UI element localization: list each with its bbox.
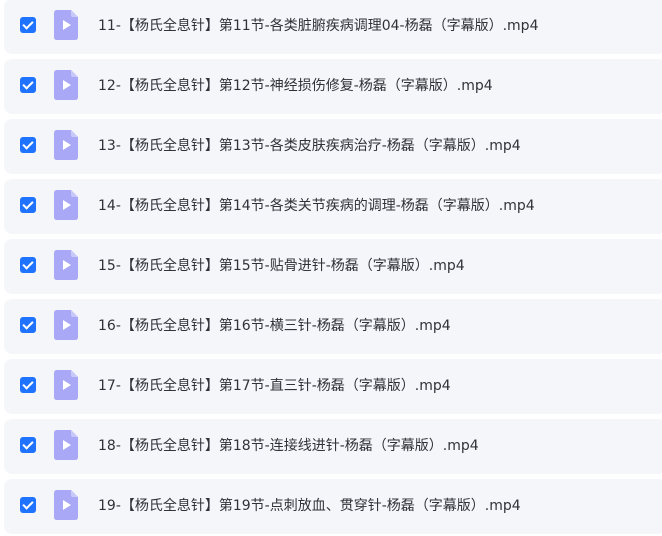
file-name: 15-【杨氏全息针】第15节-贴骨进针-杨磊（字幕版）.mp4 <box>98 258 465 274</box>
video-file-icon <box>54 10 78 40</box>
file-row[interactable]: 14-【杨氏全息针】第14节-各类关节疾病的调理-杨磊（字幕版）.mp4 <box>4 179 662 234</box>
file-checkbox[interactable] <box>20 317 36 333</box>
file-row[interactable]: 12-【杨氏全息针】第12节-神经损伤修复-杨磊（字幕版）.mp4 <box>4 59 662 114</box>
file-name: 13-【杨氏全息针】第13节-各类皮肤疾病治疗-杨磊（字幕版）.mp4 <box>98 138 521 154</box>
file-checkbox[interactable] <box>20 257 36 273</box>
video-file-icon <box>54 190 78 220</box>
video-file-icon <box>54 310 78 340</box>
file-checkbox[interactable] <box>20 377 36 393</box>
video-file-icon <box>54 490 78 520</box>
file-row[interactable]: 13-【杨氏全息针】第13节-各类皮肤疾病治疗-杨磊（字幕版）.mp4 <box>4 119 662 174</box>
file-checkbox[interactable] <box>20 497 36 513</box>
file-row[interactable]: 18-【杨氏全息针】第18节-连接线进针-杨磊（字幕版）.mp4 <box>4 419 662 474</box>
file-name: 18-【杨氏全息针】第18节-连接线进针-杨磊（字幕版）.mp4 <box>98 438 479 454</box>
file-checkbox[interactable] <box>20 17 36 33</box>
file-row[interactable]: 16-【杨氏全息针】第16节-横三针-杨磊（字幕版）.mp4 <box>4 299 662 354</box>
file-checkbox[interactable] <box>20 437 36 453</box>
video-file-icon <box>54 370 78 400</box>
file-checkbox[interactable] <box>20 137 36 153</box>
file-checkbox[interactable] <box>20 197 36 213</box>
file-row[interactable]: 17-【杨氏全息针】第17节-直三针-杨磊（字幕版）.mp4 <box>4 359 662 414</box>
file-name: 11-【杨氏全息针】第11节-各类脏腑疾病调理04-杨磊（字幕版）.mp4 <box>98 18 539 34</box>
video-file-icon <box>54 130 78 160</box>
file-name: 14-【杨氏全息针】第14节-各类关节疾病的调理-杨磊（字幕版）.mp4 <box>98 198 535 214</box>
video-file-icon <box>54 250 78 280</box>
file-row[interactable]: 15-【杨氏全息针】第15节-贴骨进针-杨磊（字幕版）.mp4 <box>4 239 662 294</box>
video-file-icon <box>54 70 78 100</box>
file-name: 16-【杨氏全息针】第16节-横三针-杨磊（字幕版）.mp4 <box>98 318 451 334</box>
file-name: 17-【杨氏全息针】第17节-直三针-杨磊（字幕版）.mp4 <box>98 378 451 394</box>
file-name: 12-【杨氏全息针】第12节-神经损伤修复-杨磊（字幕版）.mp4 <box>98 78 493 94</box>
file-name: 19-【杨氏全息针】第19节-点刺放血、贯穿针-杨磊（字幕版）.mp4 <box>98 498 521 514</box>
file-list: 11-【杨氏全息针】第11节-各类脏腑疾病调理04-杨磊（字幕版）.mp4 12… <box>0 0 662 536</box>
video-file-icon <box>54 430 78 460</box>
file-checkbox[interactable] <box>20 77 36 93</box>
file-row[interactable]: 19-【杨氏全息针】第19节-点刺放血、贯穿针-杨磊（字幕版）.mp4 <box>4 479 662 534</box>
file-row[interactable]: 11-【杨氏全息针】第11节-各类脏腑疾病调理04-杨磊（字幕版）.mp4 <box>4 0 662 54</box>
